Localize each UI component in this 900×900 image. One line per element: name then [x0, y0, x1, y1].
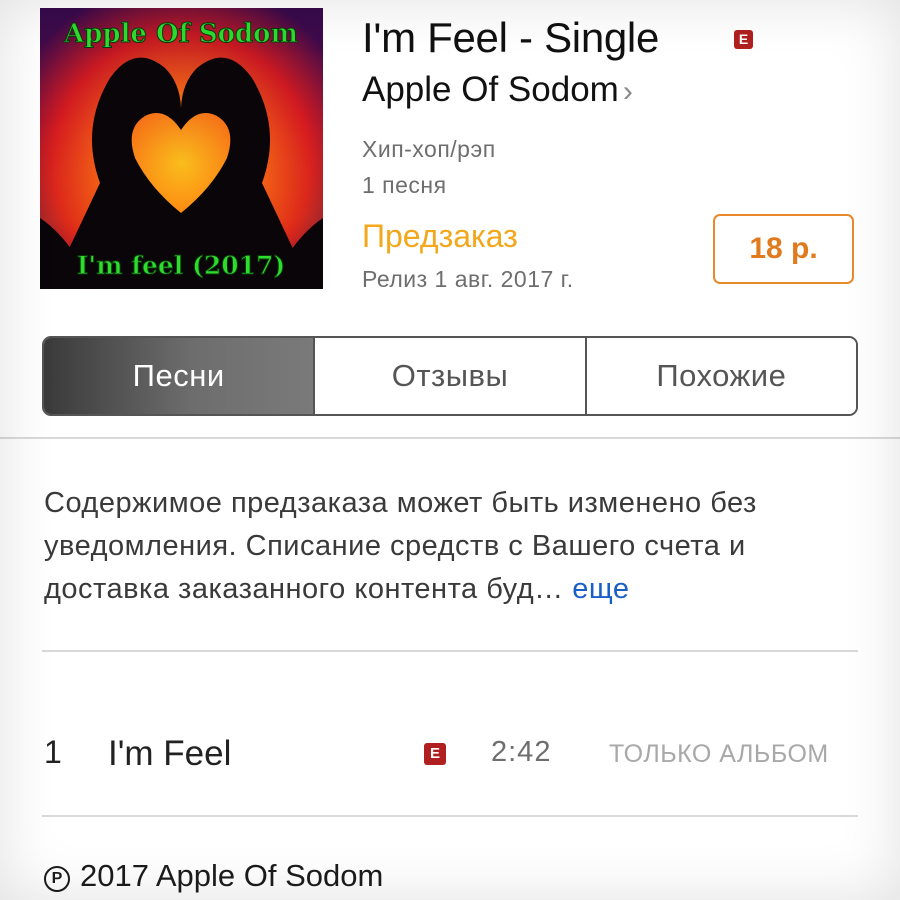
description-divider	[42, 650, 858, 652]
album-title: I'm Feel - Single	[362, 14, 660, 61]
art-top-text: Apple Of Sodom	[63, 19, 298, 49]
track-name: I'm Feel	[108, 734, 232, 773]
copyright-line: P 2017 Apple Of Sodom	[44, 858, 383, 894]
chevron-right-icon: ›	[622, 75, 633, 108]
copyright-text: 2017 Apple Of Sodom	[80, 858, 384, 893]
tab-reviews[interactable]: Отзывы	[313, 338, 585, 414]
track-explicit-icon: E	[424, 743, 446, 765]
album-artwork[interactable]: Apple Of Sodom I'm feel (2017)	[40, 8, 323, 289]
track-divider	[42, 815, 858, 817]
phonogram-copyright-icon: P	[44, 866, 70, 892]
genre-label: Хип-хоп/рэп	[362, 136, 496, 162]
track-number: 1	[44, 734, 62, 770]
more-link[interactable]: еще	[564, 573, 630, 605]
section-divider	[0, 437, 900, 439]
album-only-label: ТОЛЬКО АЛЬБОМ	[609, 740, 829, 768]
track-duration: 2:42	[491, 736, 552, 768]
tab-songs[interactable]: Песни	[44, 338, 314, 414]
price-button[interactable]: 18 р.	[713, 214, 854, 284]
preorder-status: Предзаказ	[362, 218, 518, 254]
release-date: Релиз 1 авг. 2017 г.	[362, 266, 574, 292]
description-text: Содержимое предзаказа может быть изменен…	[44, 487, 757, 605]
preorder-description: Содержимое предзаказа может быть изменен…	[44, 482, 874, 611]
explicit-icon: E	[734, 30, 753, 49]
song-count: 1 песня	[362, 172, 447, 198]
artist-name: Apple Of Sodom	[362, 70, 619, 109]
artist-link[interactable]: Apple Of Sodom ›	[362, 68, 633, 114]
album-artwork-graphic: Apple Of Sodom I'm feel (2017)	[40, 8, 323, 289]
art-bottom-text: I'm feel (2017)	[77, 251, 286, 280]
segmented-tabs: Песни Отзывы Похожие	[42, 336, 858, 416]
tab-related[interactable]: Похожие	[584, 338, 856, 414]
